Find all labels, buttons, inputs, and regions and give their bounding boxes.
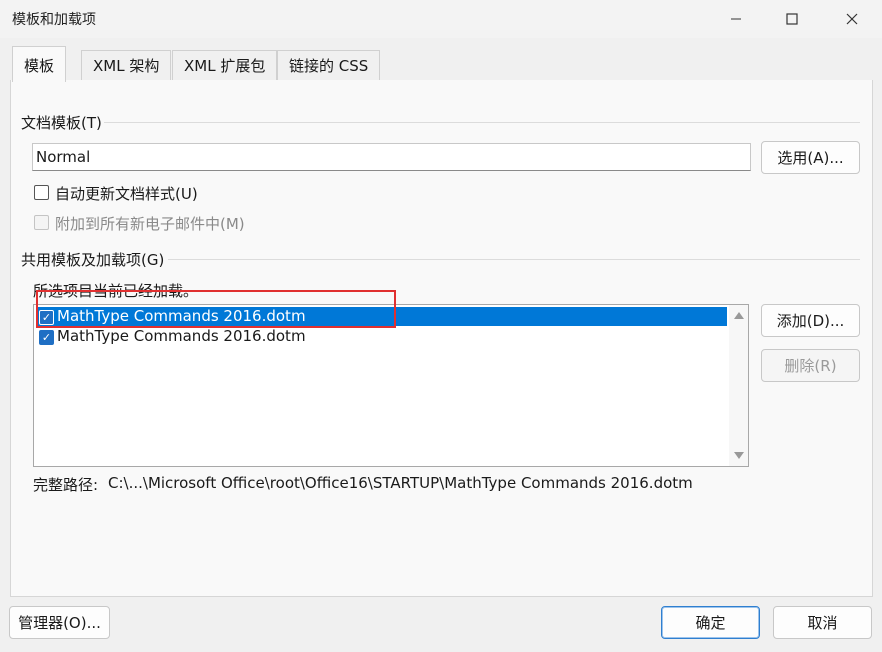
- list-item-label: MathType Commands 2016.dotm: [57, 327, 306, 345]
- global-templates-group-label: 共用模板及加载项(G): [21, 251, 165, 269]
- scroll-down-icon[interactable]: [734, 452, 744, 459]
- document-template-group-label: 文档模板(T): [21, 114, 102, 132]
- auto-update-checkbox[interactable]: [34, 185, 49, 200]
- organizer-button[interactable]: 管理器(O)...: [9, 606, 110, 639]
- tab-templates[interactable]: 模板: [12, 46, 67, 82]
- group-divider: [168, 259, 860, 260]
- cancel-button[interactable]: 取消: [773, 606, 872, 639]
- list-item[interactable]: ✓ MathType Commands 2016.dotm: [37, 327, 727, 346]
- window-title: 模板和加载项: [12, 12, 96, 28]
- global-templates-list[interactable]: ✓ MathType Commands 2016.dotm ✓ MathType…: [33, 304, 749, 467]
- minimize-button[interactable]: [708, 0, 764, 38]
- choose-template-button[interactable]: 选用(A)...: [761, 141, 860, 174]
- list-scrollbar[interactable]: [729, 305, 748, 466]
- full-path-label: 完整路径:: [33, 476, 99, 494]
- add-template-button[interactable]: 添加(D)...: [761, 304, 860, 337]
- remove-template-button: 删除(R): [761, 349, 860, 382]
- minimize-icon: [731, 18, 741, 20]
- full-path-value: C:\...\Microsoft Office\root\Office16\ST…: [108, 474, 693, 492]
- maximize-icon: [786, 13, 798, 25]
- tab-xml-expansion-packs[interactable]: XML 扩展包: [172, 50, 278, 81]
- tab-xml-schema[interactable]: XML 架构: [81, 50, 172, 81]
- attach-email-label: 附加到所有新电子邮件中(M): [55, 215, 245, 233]
- close-icon: [846, 13, 858, 25]
- auto-update-label: 自动更新文档样式(U): [55, 185, 198, 203]
- checkbox-checked-icon[interactable]: ✓: [39, 330, 54, 345]
- document-template-field[interactable]: Normal: [32, 143, 751, 171]
- close-button[interactable]: [824, 0, 880, 38]
- tab-linked-css[interactable]: 链接的 CSS: [277, 50, 381, 81]
- attach-email-checkbox: [34, 215, 49, 230]
- ok-button[interactable]: 确定: [661, 606, 760, 639]
- group-divider: [104, 122, 860, 123]
- annotation-highlight-box: [36, 290, 396, 328]
- maximize-button[interactable]: [764, 0, 820, 38]
- title-bar: 模板和加载项: [0, 0, 882, 38]
- scroll-up-icon[interactable]: [734, 312, 744, 319]
